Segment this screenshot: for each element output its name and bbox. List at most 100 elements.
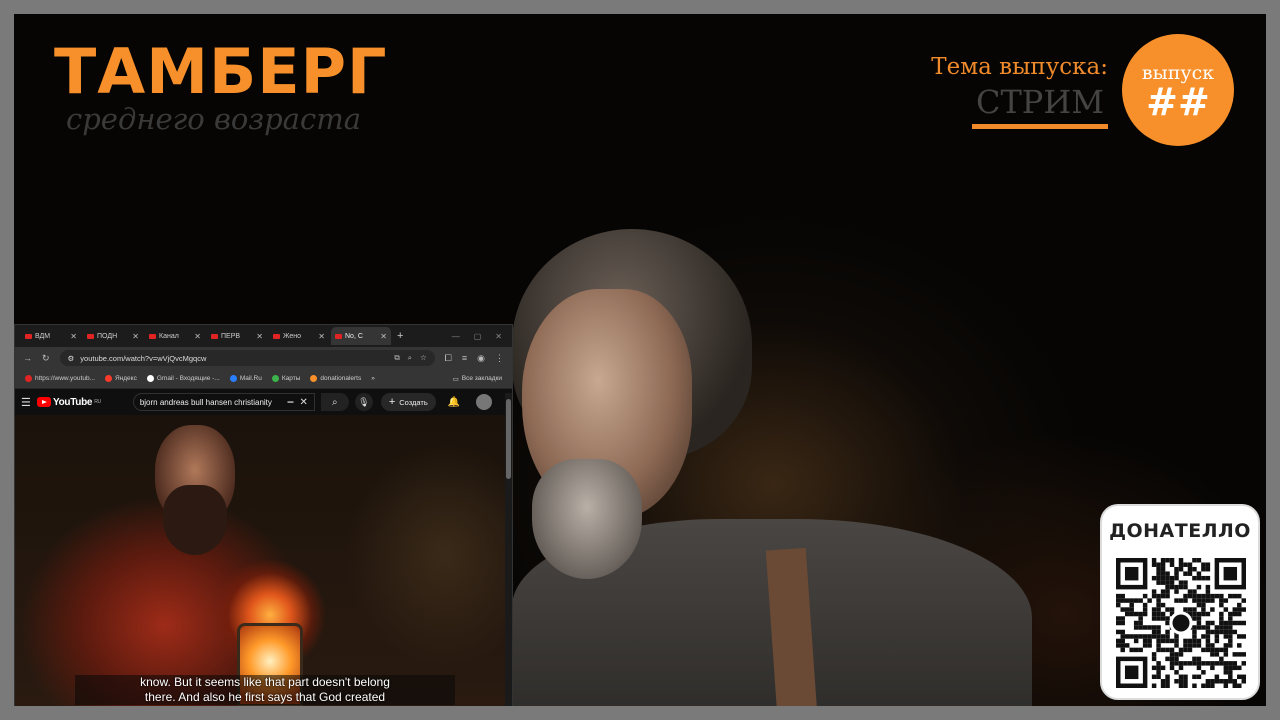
region-code: RU [94,399,101,405]
host-video [492,219,1052,706]
browser-tab-active[interactable]: No, C ✕ [331,327,391,345]
youtube-header: ☰ YouTube RU bjorn andreas bull hansen c… [15,389,512,415]
episode-number: ## [1146,80,1210,124]
tab-label: ПЕРВ [221,332,241,340]
close-window-icon[interactable]: ✕ [495,332,502,341]
voice-search-button[interactable]: 🎙 [354,393,373,411]
navigation-bar: → ↻ ⚙ youtube.com/watch?v=wVjQvcMgqcw ⧉ … [15,347,512,369]
bookmark-item[interactable]: Карты [271,375,301,382]
search-icon: ⌕ [332,396,338,408]
browser-tab[interactable]: Канал ✕ [145,327,205,345]
video-captions: know. But it seems like that part doesn'… [75,675,455,705]
bookmark-label: Карты [281,375,301,382]
all-bookmarks-label: Все закладки [461,375,502,382]
extensions-icon[interactable]: ⧠ [445,353,452,364]
browser-tab[interactable]: ПЕРВ ✕ [207,327,267,345]
topic-label: Тема выпуска: [931,54,1108,80]
reading-list-icon[interactable]: ≡ [462,353,467,363]
tab-label: ПОДН [97,332,118,340]
create-button[interactable]: + Создать [380,393,436,411]
bookmarks-bar: https://www.youtub... Яндекс Gmail - Вхо… [15,369,512,389]
url-text: youtube.com/watch?v=wVjQvcMgqcw [80,353,207,363]
youtube-favicon-icon [335,333,342,339]
search-input[interactable]: bjorn andreas bull hansen christianity ▬… [132,393,315,411]
create-label: Создать [399,397,428,407]
bookmark-label: donationalerts [320,375,362,382]
forward-icon[interactable]: → [23,353,32,363]
close-tab-icon[interactable]: ✕ [318,332,325,341]
browser-window: ВДМ ✕ ПОДН ✕ Канал ✕ ПЕРВ ✕ Жено ✕ No, C ✕ + —… [14,324,513,706]
donation-qr-card: ДОНАТЕЛЛО [1100,504,1260,700]
tab-label: Канал [159,332,179,340]
zoom-icon[interactable]: ⌕ [408,353,412,363]
browser-tab[interactable]: Жено ✕ [269,327,329,345]
topic-value: СТРИМ [971,82,1108,129]
youtube-favicon-icon [149,333,156,339]
bookmark-item[interactable]: donationalerts [310,375,361,382]
qr-code-image [1116,558,1246,688]
caption-line: there. And also he first says that God c… [75,690,455,705]
close-tab-icon[interactable]: ✕ [194,332,201,341]
plus-icon: + [388,396,396,408]
all-bookmarks-folder[interactable]: ▭ Все закладки [453,375,502,383]
maximize-icon[interactable]: ▢ [474,332,482,341]
stream-scene: ТАМБЕРГ среднего возраста Тема выпуска: … [14,14,1266,706]
scrollbar-thumb[interactable] [506,399,511,479]
more-bookmarks-button[interactable]: » [371,375,375,382]
bookmark-label: Gmail - Входящие -... [156,375,220,382]
keyboard-icon[interactable]: ▬ [287,399,293,405]
episode-badge: выпуск ## [1122,34,1234,146]
brand-subtitle: среднего возраста [66,102,361,136]
folder-icon: ▭ [452,375,459,383]
browser-menu-icon[interactable]: ⋮ [495,353,504,364]
reload-icon[interactable]: ↻ [42,353,50,364]
bookmark-favicon-icon [104,375,112,382]
youtube-play-icon [37,397,51,407]
youtube-logo[interactable]: YouTube RU [37,397,101,408]
brand-title: ТАМБЕРГ [54,35,388,108]
minimize-icon[interactable]: — [452,332,460,341]
close-tab-icon[interactable]: ✕ [256,332,263,341]
brand-logo: ТАМБЕРГ среднего возраста [54,35,388,136]
video-player[interactable]: know. But it seems like that part doesn'… [15,415,507,706]
notifications-bell-icon[interactable]: 🔔 [448,397,460,408]
bookmark-label: https://www.youtub... [35,375,95,382]
window-controls: — ▢ ✕ [452,332,512,341]
bookmark-item[interactable]: Gmail - Входящие -... [146,375,220,382]
video-person-beard [163,485,227,555]
bookmark-favicon-icon [271,375,279,382]
browser-tab[interactable]: ВДМ ✕ [21,327,81,345]
host-beard [532,459,642,579]
avatar[interactable] [476,394,493,410]
youtube-favicon-icon [273,333,280,339]
close-tab-icon[interactable]: ✕ [132,332,139,341]
profile-icon[interactable]: ◉ [477,353,485,364]
youtube-favicon-icon [87,333,94,339]
new-tab-button[interactable]: + [397,330,403,342]
search-button[interactable]: ⌕ [320,393,349,411]
bookmark-favicon-icon [146,375,154,382]
bookmark-item[interactable]: https://www.youtub... [25,375,95,382]
youtube-logo-text: YouTube [53,396,93,408]
page-scrollbar[interactable] [505,393,512,706]
clear-search-icon[interactable]: ✕ [299,397,307,408]
tab-label: ВДМ [35,332,51,340]
hamburger-menu-icon[interactable]: ☰ [21,396,31,409]
bookmark-star-icon[interactable]: ☆ [420,353,427,363]
close-tab-icon[interactable]: ✕ [70,332,77,341]
tab-strip: ВДМ ✕ ПОДН ✕ Канал ✕ ПЕРВ ✕ Жено ✕ No, C ✕ + —… [15,325,512,347]
youtube-favicon-icon [211,333,218,339]
bookmark-label: Яндекс [114,375,137,382]
bookmark-item[interactable]: Mail.Ru [229,375,262,382]
episode-topic: Тема выпуска: СТРИМ [931,52,1108,129]
address-bar[interactable]: ⚙ youtube.com/watch?v=wVjQvcMgqcw ⧉ ⌕ ☆ [59,350,435,366]
search-query: bjorn andreas bull hansen christianity [139,397,272,407]
cast-icon[interactable]: ⧉ [394,353,399,363]
site-info-icon[interactable]: ⚙ [68,354,75,363]
bookmark-item[interactable]: Яндекс [104,375,137,382]
tab-label: No, C [345,332,363,340]
caption-line: know. But it seems like that part doesn'… [75,675,455,690]
browser-tab[interactable]: ПОДН ✕ [83,327,143,345]
donate-title: ДОНАТЕЛЛО [1109,520,1251,542]
close-tab-icon[interactable]: ✕ [380,332,387,341]
